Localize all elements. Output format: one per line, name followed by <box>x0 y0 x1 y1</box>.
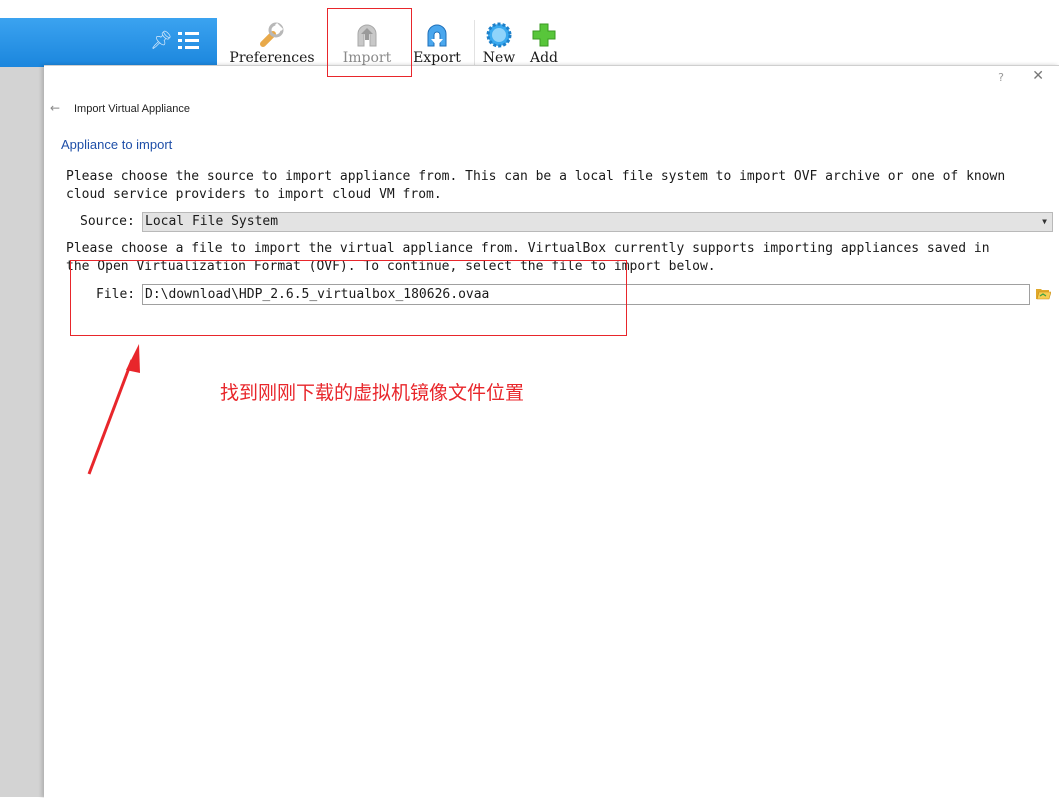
annotation-text: 找到刚刚下载的虚拟机镜像文件位置 <box>220 382 525 404</box>
annotation-arrow-icon <box>87 344 140 475</box>
import-highlight-box <box>327 8 412 77</box>
source-select-value: Local File System <box>145 214 279 229</box>
pin-icon[interactable]: 📌︎ <box>150 30 173 51</box>
file-highlight-box <box>70 260 627 336</box>
dialog-title: Import Virtual Appliance <box>74 103 190 115</box>
window-top-strip <box>0 0 1059 18</box>
source-description: Please choose the source to import appli… <box>66 169 1006 202</box>
vm-list-panel <box>0 67 44 797</box>
import-appliance-dialog: ? ✕ ← Import Virtual Appliance Appliance… <box>44 65 1059 798</box>
add-button[interactable]: Add <box>526 18 562 66</box>
add-plus-icon <box>532 23 556 47</box>
new-gear-icon <box>486 22 512 48</box>
source-select[interactable]: Local File System ▼ <box>142 212 1053 232</box>
export-label: Export <box>413 50 461 66</box>
help-button[interactable]: ? <box>998 71 1004 84</box>
toolbar-separator <box>474 20 475 66</box>
export-button[interactable]: Export <box>410 18 464 66</box>
new-button[interactable]: New <box>482 18 516 66</box>
wrench-icon <box>260 22 284 47</box>
new-label: New <box>482 50 516 66</box>
section-heading: Appliance to import <box>61 137 173 152</box>
source-label: Source: <box>80 214 135 229</box>
folder-open-icon[interactable] <box>1036 287 1051 300</box>
preferences-button[interactable]: Preferences <box>225 18 319 66</box>
tools-menu-icon[interactable] <box>178 31 200 51</box>
preferences-label: Preferences <box>229 50 315 66</box>
add-label: Add <box>529 50 559 66</box>
close-button[interactable]: ✕ <box>1032 68 1044 84</box>
export-icon <box>427 24 447 47</box>
dropdown-arrow-icon: ▼ <box>1042 217 1047 226</box>
back-arrow-icon[interactable]: ← <box>50 101 60 115</box>
